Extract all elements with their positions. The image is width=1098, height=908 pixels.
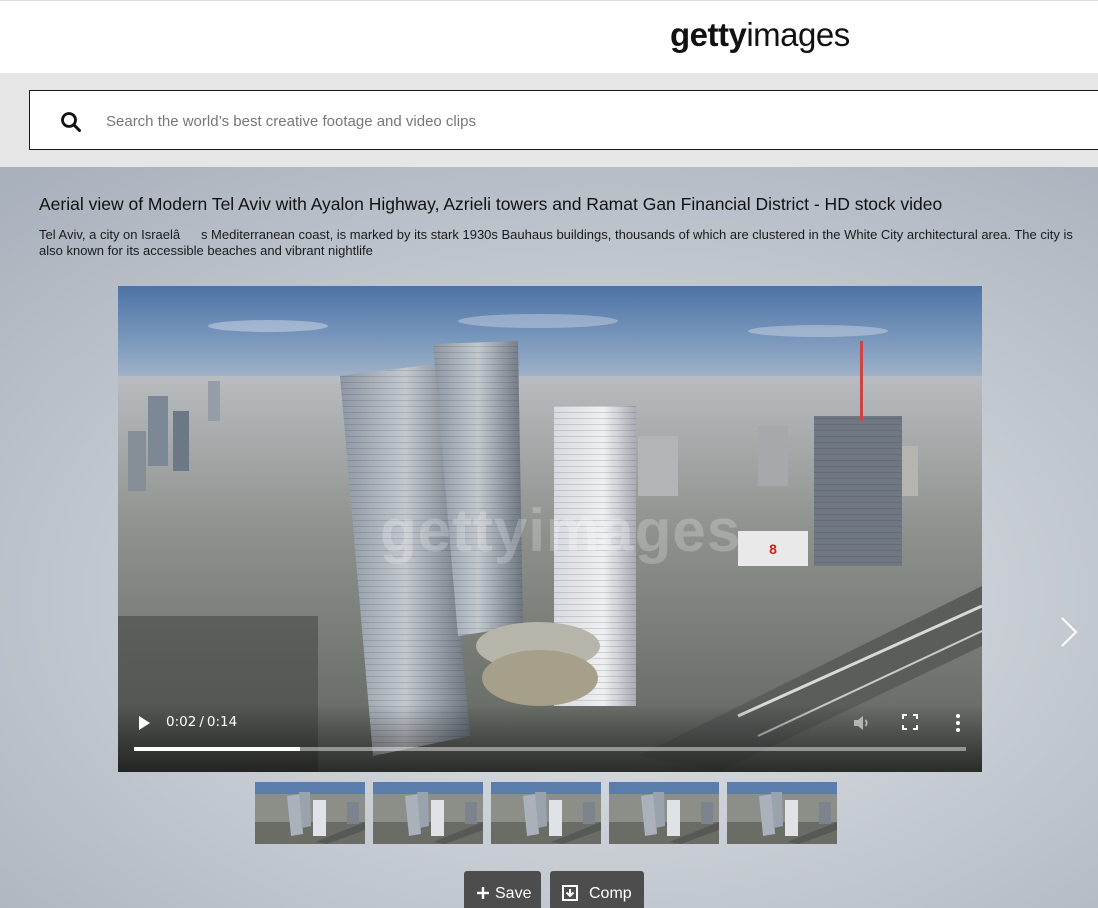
duration: 0:14	[206, 714, 238, 730]
download-icon	[562, 885, 578, 901]
video-thumbnail[interactable]	[373, 782, 483, 844]
logo-regular-text: images	[746, 16, 850, 53]
volume-icon[interactable]	[852, 713, 872, 733]
progress-bar[interactable]	[134, 747, 966, 751]
plus-icon	[477, 887, 489, 899]
video-thumbnail[interactable]	[727, 782, 837, 844]
watermark: gettyimages	[380, 497, 742, 564]
search-band	[0, 73, 1098, 167]
gettyimages-logo[interactable]: gettyimages	[670, 15, 850, 55]
video-thumbnail[interactable]	[255, 782, 365, 844]
search-input[interactable]	[104, 99, 1008, 143]
fullscreen-icon[interactable]	[902, 714, 918, 730]
page-title: Aerial view of Modern Tel Aviv with Ayal…	[39, 194, 943, 214]
search-icon[interactable]	[60, 111, 82, 133]
video-thumbnail[interactable]	[609, 782, 719, 844]
comp-label: Comp	[589, 885, 632, 902]
chevron-right-icon[interactable]	[1058, 615, 1080, 649]
svg-text:8: 8	[769, 541, 777, 557]
header: gettyimages	[0, 0, 1098, 73]
video-controls: 0:02/0:14	[118, 704, 982, 772]
progress-fill	[134, 747, 301, 751]
page: gettyimages Aerial view of Modern Tel Av…	[0, 0, 1098, 908]
search-box[interactable]	[29, 90, 1098, 150]
save-label: Save	[495, 885, 532, 902]
save-button[interactable]: Save	[464, 871, 541, 908]
time-display: 0:02/0:14	[166, 714, 237, 730]
more-vertical-icon[interactable]	[954, 713, 962, 733]
video-player[interactable]: 8 gettyimages 0:02/0:14	[118, 286, 982, 772]
video-description: Tel Aviv, a city on Israelâs Mediterra…	[39, 227, 1073, 258]
comp-button[interactable]: Comp	[550, 871, 644, 908]
current-time: 0:02	[166, 714, 197, 730]
play-icon[interactable]	[136, 715, 152, 731]
time-separator: /	[199, 714, 204, 730]
logo-bold-text: getty	[670, 16, 747, 53]
content-area: Aerial view of Modern Tel Aviv with Ayal…	[0, 167, 1098, 908]
video-thumbnail[interactable]	[491, 782, 601, 844]
